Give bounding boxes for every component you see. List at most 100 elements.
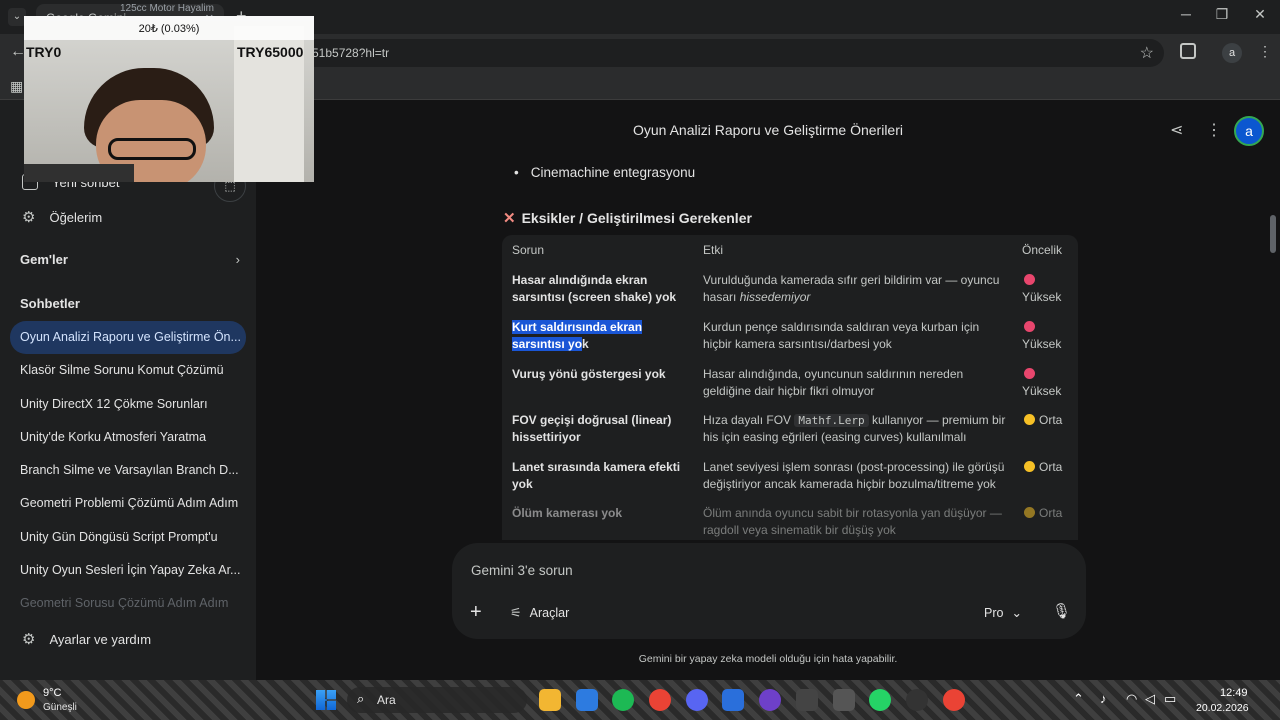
priority-medium-icon <box>1024 414 1035 425</box>
priority-cell: Orta <box>1022 412 1078 429</box>
minimize-button[interactable]: ─ <box>1176 6 1196 22</box>
extensions-icon[interactable] <box>1180 43 1196 59</box>
share-icon[interactable]: ⋖ <box>1170 120 1183 140</box>
table-row: Vuruş yönü göstergesi yok Hasar alındığı… <box>502 366 1078 412</box>
effect-emphasis: hissedemiyor <box>739 290 811 304</box>
priority-medium-icon <box>1024 507 1035 518</box>
chat-item[interactable]: Geometri Sorusu Çözümü Adım Adım <box>10 587 246 620</box>
issue-cell: Lanet sırasında kamera efekti yok <box>512 460 681 491</box>
cross-mark-icon: ✕ <box>503 210 516 227</box>
table-row: Lanet sırasında kamera efekti yok Lanet … <box>502 459 1078 505</box>
effect-cell: Hıza dayalı FOV Mathf.Lerp kullanıyor — … <box>703 412 1008 446</box>
sun-icon[interactable] <box>17 691 35 709</box>
taskbar-search[interactable]: ⌕ Ara <box>347 687 527 713</box>
model-label: Pro <box>984 605 1004 620</box>
section-heading-text: Eksikler / Geliştirilmesi Gerekenler <box>521 210 752 226</box>
chrome-icon[interactable] <box>649 689 671 711</box>
issue-cell: Ölüm kamerası yok <box>512 506 623 520</box>
chevron-up-icon[interactable]: ⌃ <box>1073 691 1084 707</box>
tools-button[interactable]: ⚟ Araçlar <box>510 605 569 621</box>
discord-icon[interactable] <box>686 689 708 711</box>
effect-cell: Hasar alındığında, oyuncunun saldırının … <box>703 367 964 398</box>
chats-section-title: Sohbetler <box>20 296 80 311</box>
gems-label: Gem'ler <box>20 252 68 267</box>
bookmark-star-icon[interactable]: ☆ <box>1140 43 1154 63</box>
microphone-tray-icon[interactable]: ♪ <box>1100 691 1107 706</box>
chat-item[interactable]: Unity Oyun Sesleri İçin Yapay Zeka Ar... <box>10 554 246 587</box>
webcam-person-glasses <box>108 138 196 160</box>
prompt-input[interactable] <box>471 563 971 578</box>
dev-tool-icon[interactable] <box>722 689 744 711</box>
priority-label: Yüksek <box>1022 290 1062 304</box>
whatsapp-icon[interactable] <box>869 689 891 711</box>
webcam-overlay <box>24 16 314 182</box>
wifi-icon[interactable]: ◠ <box>1126 691 1137 707</box>
chat-item[interactable]: Unity DirectX 12 Çökme Sorunları <box>10 388 246 421</box>
chat-history-list: Oyun Analizi Raporu ve Geliştirme Ön... … <box>10 321 246 621</box>
battery-icon[interactable]: ▭ <box>1164 691 1176 707</box>
issue-cell: Vuruş yönü göstergesi yok <box>512 367 666 381</box>
selected-text: Kurt saldırısında ekran sarsıntısı yo <box>512 320 643 351</box>
settings-app-icon[interactable] <box>833 689 855 711</box>
issue-cell: Hasar alındığında ekran sarsıntısı (scre… <box>512 273 677 304</box>
browser-tab-motor[interactable]: 125cc Motor Hayalim <box>120 3 214 14</box>
table-row: Ölüm kamerası yok Ölüm anında oyuncu sab… <box>502 505 1078 540</box>
scrollbar[interactable] <box>1270 215 1276 253</box>
chevron-down-icon: ⌄ <box>1011 606 1022 620</box>
priority-high-icon <box>1024 368 1035 379</box>
clock-date[interactable]: 20.02.2026 <box>1196 702 1249 714</box>
priority-label: Yüksek <box>1022 337 1062 351</box>
settings-help-button[interactable]: ⚙ Ayarlar ve yardım <box>22 630 151 648</box>
add-attachment-icon[interactable]: + <box>470 601 482 624</box>
obs-icon[interactable] <box>906 689 928 711</box>
chat-item[interactable]: Branch Silme ve Varsayılan Branch D... <box>10 454 246 487</box>
unity-icon[interactable] <box>796 689 818 711</box>
model-selector[interactable]: Pro ⌄ <box>984 605 1022 621</box>
prompt-composer: + ⚟ Araçlar Pro ⌄ 🎙 <box>452 543 1086 639</box>
effect-cell: Ölüm anında oyuncu sabit bir rotasyonla … <box>703 506 1002 537</box>
taskbar-search-label: Ara <box>377 693 396 707</box>
effect-cell: Kurdun pençe saldırısında saldıran veya … <box>703 320 980 351</box>
chat-item-active[interactable]: Oyun Analizi Raporu ve Geliştirme Ön... <box>10 321 246 355</box>
weather-temperature: 9°C <box>43 687 62 699</box>
chrome-profile-icon[interactable] <box>943 689 965 711</box>
priority-cell: Yüksek <box>1022 366 1078 400</box>
apps-grid-icon[interactable]: ▦ <box>10 78 23 95</box>
issue-text-tail: k <box>582 337 589 351</box>
volume-icon[interactable]: ◁ <box>1145 691 1155 707</box>
gear-icon: ⚙ <box>22 209 36 226</box>
gems-link[interactable]: Gem'ler › <box>20 252 240 267</box>
microphone-icon[interactable]: 🎙 <box>1052 602 1071 620</box>
omnibox[interactable]: 51b5728?hl=tr ☆ <box>300 39 1164 67</box>
column-header-effect: Etki <box>703 243 724 257</box>
conversation-title: Oyun Analizi Raporu ve Geliştirme Öneril… <box>633 122 903 138</box>
maximize-button[interactable]: ❐ <box>1212 6 1232 23</box>
more-options-icon[interactable]: ⋮ <box>1206 120 1222 140</box>
priority-cell: Orta <box>1022 459 1078 476</box>
chat-item[interactable]: Unity Gün Döngüsü Script Prompt'u <box>10 521 246 554</box>
clock-time[interactable]: 12:49 <box>1220 687 1248 699</box>
effect-text: Hıza dayalı FOV <box>703 413 795 427</box>
issues-table: Sorun Etki Öncelik Hasar alındığında ekr… <box>502 235 1078 540</box>
ticker-title: 20₺ (0.03%) <box>138 23 200 35</box>
weather-condition: Güneşli <box>43 702 77 713</box>
webcam-person-shirt <box>24 164 134 182</box>
window-close-button[interactable]: ✕ <box>1250 6 1270 23</box>
priority-medium-icon <box>1024 461 1035 472</box>
browser-menu-icon[interactable]: ⋮ <box>1258 43 1272 60</box>
priority-label: Orta <box>1039 460 1063 474</box>
my-items-link[interactable]: ⚙ Öğelerim <box>22 208 102 226</box>
table-row: FOV geçişi doğrusal (linear) hissettiriy… <box>502 412 1078 458</box>
windows-start-icon[interactable] <box>316 690 336 710</box>
browser-profile-avatar[interactable]: a <box>1222 43 1242 63</box>
file-explorer-icon[interactable] <box>539 689 561 711</box>
issue-cell-selected[interactable]: Kurt saldırısında ekran sarsıntısı yok <box>512 319 687 353</box>
avatar[interactable]: a <box>1234 116 1264 146</box>
gear-icon: ⚙ <box>22 631 36 648</box>
github-icon[interactable] <box>759 689 781 711</box>
chat-item[interactable]: Unity'de Korku Atmosferi Yaratma <box>10 421 246 454</box>
chat-item[interactable]: Klasör Silme Sorunu Komut Çözümü <box>10 354 246 387</box>
spotify-icon[interactable] <box>612 689 634 711</box>
store-icon[interactable] <box>576 689 598 711</box>
chat-item[interactable]: Geometri Problemi Çözümü Adım Adım <box>10 487 246 520</box>
